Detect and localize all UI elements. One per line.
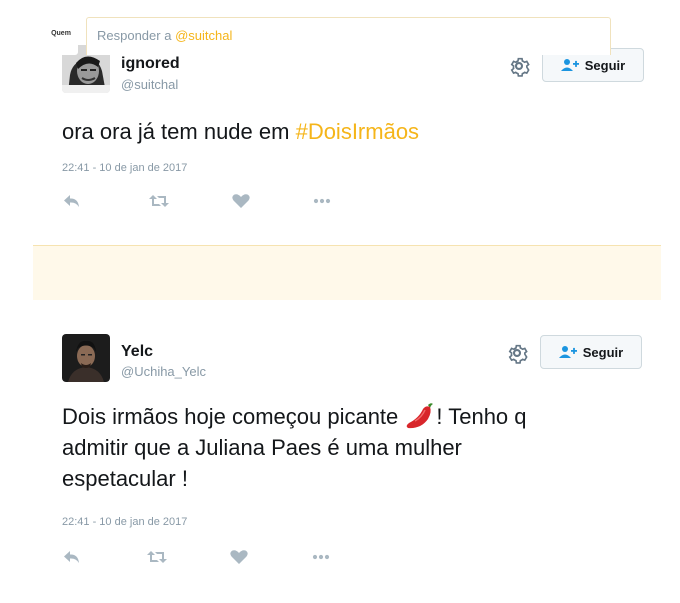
tweet-text-line-1: Dois irmãos hoje começou picante ! Tenho… — [62, 401, 662, 432]
display-name[interactable]: ignored — [121, 55, 180, 73]
retweet-icon[interactable] — [146, 549, 168, 565]
follow-person-icon — [558, 346, 577, 358]
chili-pepper-icon — [407, 403, 434, 429]
tweet-text: Dois irmãos hoje começou picante ! Tenho… — [62, 401, 662, 494]
tweet-text-line-3: espetacular ! — [62, 466, 188, 491]
like-icon[interactable] — [231, 193, 251, 209]
more-icon[interactable] — [312, 193, 332, 209]
reply-avatar-label: Quem — [51, 30, 71, 37]
follow-person-icon — [560, 59, 579, 71]
tweet-text-line-2: admitir que a Juliana Paes é uma mulher — [62, 435, 462, 460]
reply-icon[interactable] — [62, 549, 82, 565]
tweet-text-segment: ! Tenho q — [436, 404, 527, 429]
tweet-actions — [62, 193, 362, 213]
tweet-2: Yelc @Uchiha_Yelc Seguir Dois irmãos hoj… — [0, 300, 680, 603]
retweet-icon[interactable] — [148, 193, 170, 209]
reply-avatar: Quem — [44, 21, 78, 55]
tweet-text: ora ora já tem nude em #DoisIrmãos — [62, 116, 419, 147]
more-icon[interactable] — [311, 549, 331, 565]
timestamp[interactable]: 22:41 - 10 de jan de 2017 — [62, 516, 187, 528]
display-name[interactable]: Yelc — [121, 343, 153, 361]
reply-input[interactable]: Responder a @suitchal — [86, 17, 611, 55]
avatar[interactable] — [62, 334, 110, 382]
reply-icon[interactable] — [62, 193, 82, 209]
follow-label: Seguir — [582, 344, 624, 360]
username[interactable]: @Uchiha_Yelc — [121, 364, 206, 379]
tweet-text-body: ora ora já tem nude em — [62, 119, 296, 144]
hashtag-link[interactable]: #DoisIrmãos — [296, 119, 419, 144]
reply-box — [33, 245, 661, 300]
tweet-actions — [62, 549, 362, 569]
gear-icon[interactable] — [506, 342, 528, 364]
follow-label: Seguir — [584, 57, 626, 73]
follow-button[interactable]: Seguir — [540, 335, 642, 369]
username[interactable]: @suitchal — [121, 77, 178, 92]
like-icon[interactable] — [229, 549, 249, 565]
tweet-text-segment: Dois irmãos hoje começou picante — [62, 404, 405, 429]
gear-icon[interactable] — [508, 55, 530, 77]
timestamp[interactable]: 22:41 - 10 de jan de 2017 — [62, 162, 187, 174]
reply-prompt: Responder a — [97, 28, 176, 43]
reply-mention: @suitchal — [175, 28, 233, 43]
